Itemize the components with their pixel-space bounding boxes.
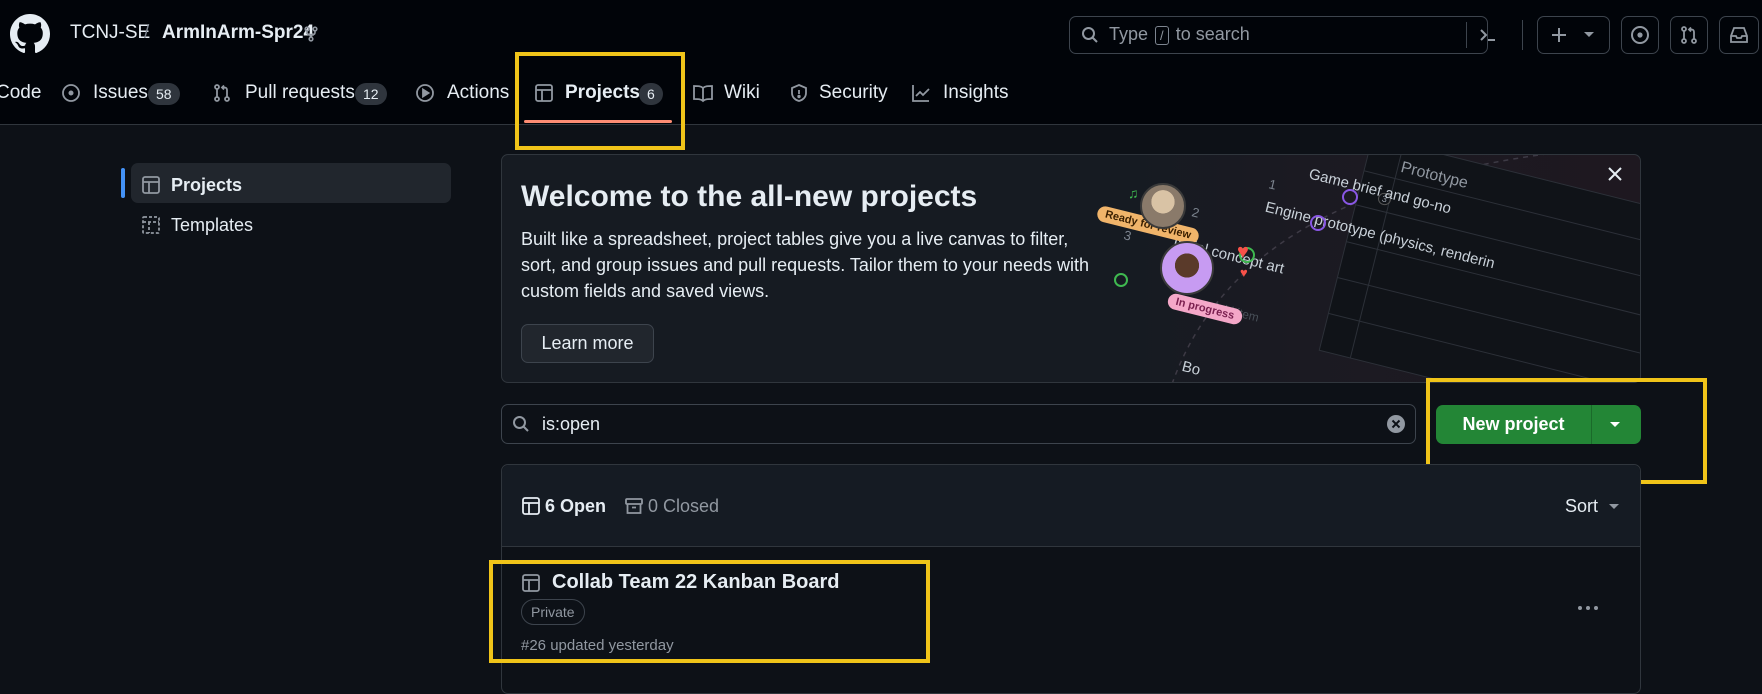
git-pull-request-icon bbox=[1679, 25, 1699, 45]
closed-projects-filter[interactable]: 0 Closed bbox=[648, 496, 719, 517]
learn-more-button[interactable]: Learn more bbox=[521, 324, 654, 363]
header-divider bbox=[1522, 20, 1523, 50]
sort-dropdown[interactable]: Sort bbox=[1565, 496, 1598, 517]
chevron-down-icon bbox=[1608, 503, 1620, 511]
path-separator: / bbox=[144, 22, 150, 43]
banner-description: Built like a spreadsheet, project tables… bbox=[521, 229, 1089, 301]
fork-icon bbox=[304, 26, 318, 42]
sidebar-item-label: Projects bbox=[171, 175, 243, 195]
repo-name-link[interactable]: ArmInArm-Spr24 bbox=[162, 22, 314, 44]
top-header: TCNJ-SE / ArmInArm-Spr24 Type / to searc… bbox=[0, 0, 1762, 125]
play-icon bbox=[415, 83, 435, 103]
pull-request-icon bbox=[212, 83, 232, 103]
tab-security[interactable]: Security bbox=[819, 82, 888, 104]
shield-icon bbox=[789, 83, 809, 103]
table-icon bbox=[521, 496, 541, 516]
search-icon bbox=[512, 415, 530, 433]
avatar bbox=[1140, 183, 1186, 229]
inbox-icon bbox=[1729, 25, 1749, 45]
tab-actions[interactable]: Actions bbox=[447, 82, 509, 104]
highlight-box-project-item bbox=[489, 560, 930, 663]
close-icon[interactable] bbox=[1606, 165, 1624, 183]
archive-icon bbox=[624, 496, 644, 516]
graph-icon bbox=[911, 83, 931, 103]
chevron-down-icon bbox=[1583, 31, 1595, 39]
kebab-menu-icon[interactable] bbox=[1576, 604, 1600, 612]
sidebar-item-templates[interactable]: Templates bbox=[171, 215, 253, 236]
avatar bbox=[1160, 241, 1214, 295]
open-status-icon bbox=[1114, 273, 1128, 287]
table-icon bbox=[141, 175, 161, 195]
project-filter-input[interactable] bbox=[501, 404, 1416, 444]
search-divider bbox=[1466, 22, 1467, 48]
tab-issues[interactable]: Issues bbox=[93, 82, 148, 104]
heart-icon: ♥ bbox=[1240, 265, 1248, 280]
clear-filter-icon[interactable] bbox=[1386, 414, 1406, 434]
tab-pull-requests[interactable]: Pull requests bbox=[245, 82, 355, 104]
tab-insights[interactable]: Insights bbox=[943, 82, 1008, 104]
search-prefix: Type bbox=[1109, 24, 1149, 44]
pull-requests-counter: 12 bbox=[355, 83, 387, 105]
plus-icon bbox=[1550, 26, 1568, 44]
tab-wiki[interactable]: Wiki bbox=[724, 82, 760, 104]
open-projects-filter[interactable]: 6 Open bbox=[545, 496, 606, 517]
search-placeholder: Type / to search bbox=[1109, 24, 1250, 45]
search-suffix: to search bbox=[1175, 24, 1250, 44]
search-icon bbox=[1081, 26, 1099, 44]
github-logo-icon[interactable] bbox=[10, 14, 50, 54]
banner-title: Welcome to the all-new projects bbox=[521, 180, 978, 213]
sidebar-selected-indicator bbox=[121, 168, 125, 198]
heart-icon: ♥ bbox=[1237, 241, 1249, 263]
tab-code[interactable]: Code bbox=[0, 82, 41, 104]
issue-icon bbox=[61, 83, 81, 103]
command-palette-icon[interactable] bbox=[1478, 25, 1498, 45]
template-icon bbox=[141, 215, 161, 235]
issue-opened-icon bbox=[1630, 25, 1650, 45]
in-progress-status-icon bbox=[1342, 189, 1358, 205]
filter-value: is:open bbox=[542, 414, 601, 434]
music-note-icon: ♫ bbox=[1128, 185, 1139, 201]
book-icon bbox=[692, 83, 714, 103]
highlight-box-projects-tab bbox=[515, 52, 685, 150]
issues-counter: 58 bbox=[148, 83, 180, 105]
search-shortcut-key: / bbox=[1155, 26, 1169, 45]
in-progress-status-icon bbox=[1310, 215, 1326, 231]
create-new-button[interactable] bbox=[1537, 16, 1610, 54]
repo-owner-link[interactable]: TCNJ-SE bbox=[70, 22, 150, 44]
